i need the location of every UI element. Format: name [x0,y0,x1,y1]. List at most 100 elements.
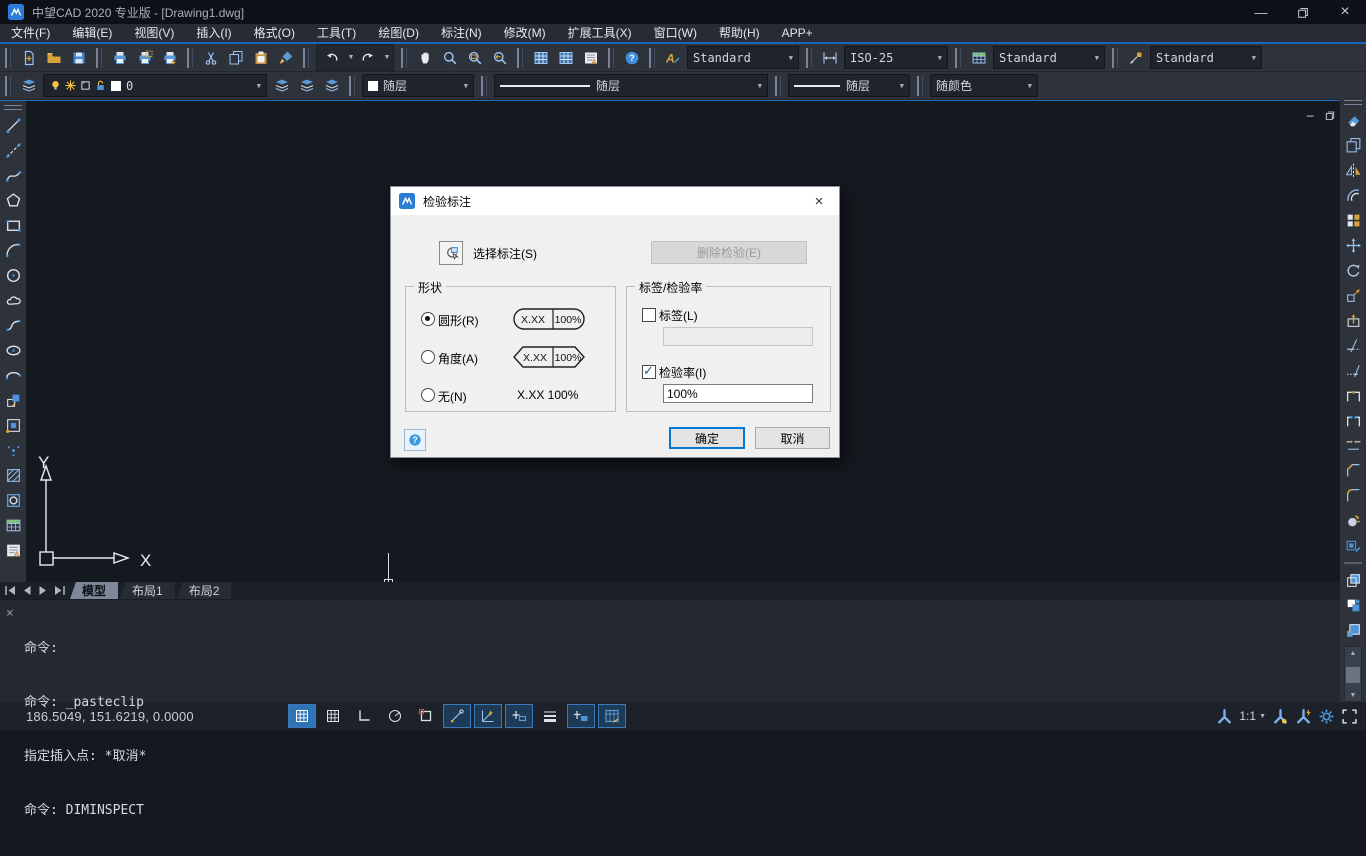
label-checkbox-label[interactable]: 标签(L) [659,307,698,324]
toolbar-grip[interactable] [481,76,487,96]
scroll-down-icon[interactable]: ▼ [1345,689,1361,701]
command-line-panel[interactable]: × 命令: 命令: _pasteclip 指定插入点: *取消* 命令: DIM… [0,599,1366,702]
revision-cloud-button[interactable] [1,288,25,313]
toolbar-grip[interactable] [806,48,812,68]
dim-style-select[interactable]: ISO-25▼ [844,46,948,69]
undo-dropdown[interactable]: ▼ [344,54,355,61]
menu-format[interactable]: 格式(O) [243,24,306,42]
redo-dropdown[interactable]: ▼ [380,54,391,61]
tool-palettes-button[interactable] [578,46,603,70]
mtext-button[interactable] [1,538,25,563]
osnap-toggle[interactable] [412,704,440,728]
fillet-button[interactable] [1341,483,1365,508]
spline-button[interactable] [1,313,25,338]
table-style-select[interactable]: Standard▼ [993,46,1105,69]
cut-button[interactable] [198,46,223,70]
lineweight-display-toggle[interactable] [536,704,564,728]
tab-model[interactable]: 模型 [70,582,118,599]
toolbar-grip[interactable] [1112,48,1118,68]
toolbar-grip[interactable] [917,76,923,96]
tab-layout2[interactable]: 布局2 [177,582,232,599]
offset-button[interactable] [1341,183,1365,208]
edit-block-button[interactable] [1341,533,1365,558]
ellipse-arc-button[interactable] [1,363,25,388]
copy-button[interactable] [223,46,248,70]
layer-lock-icon[interactable] [94,79,107,92]
previous-tab-icon[interactable] [20,585,34,596]
layer-states-button[interactable] [319,74,344,98]
annotation-visibility-icon[interactable] [1272,708,1289,725]
scroll-up-icon[interactable]: ▲ [1345,647,1361,659]
dialog-close-button[interactable]: × [799,193,839,210]
move-button[interactable] [1341,233,1365,258]
shape-angular-label[interactable]: 角度(A) [438,350,478,367]
undo-button[interactable] [319,46,344,70]
line-button[interactable] [1,113,25,138]
color-select[interactable]: 随层 ▼ [362,74,474,97]
settings-gear-icon[interactable] [1318,708,1335,725]
grid-toggle[interactable] [288,704,316,728]
layer-previous-button[interactable] [294,74,319,98]
next-tab-icon[interactable] [36,585,50,596]
ortho-toggle[interactable] [350,704,378,728]
annotation-scale-icon[interactable] [1216,708,1233,725]
print-button[interactable] [107,46,132,70]
help-button[interactable] [619,46,644,70]
array-button[interactable] [1341,208,1365,233]
shape-none-label[interactable]: 无(N) [438,388,467,405]
scrollbar-track[interactable] [1345,659,1361,689]
dynamic-ucs-toggle[interactable] [567,704,595,728]
draw-order-front-button[interactable] [1341,568,1365,593]
menu-help[interactable]: 帮助(H) [708,24,771,42]
mdi-minimize-button[interactable]: – [1307,109,1314,121]
rotate-button[interactable] [1341,258,1365,283]
cancel-button[interactable]: 取消 [755,427,830,449]
layer-frame-icon[interactable] [79,79,92,92]
label-checkbox[interactable] [642,308,656,322]
text-style-button[interactable] [660,46,685,70]
zoom-window-button[interactable] [462,46,487,70]
paste-button[interactable] [248,46,273,70]
select-dimension-button[interactable] [439,241,463,265]
dynamic-input-toggle[interactable] [505,704,533,728]
rate-checkbox-label[interactable]: 检验率(I) [659,364,706,381]
trim-button[interactable] [1341,333,1365,358]
explode-button[interactable] [1341,508,1365,533]
break-button[interactable] [1341,408,1365,433]
toolbar-grip[interactable] [96,48,102,68]
zoom-realtime-button[interactable] [437,46,462,70]
print-preview-button[interactable] [132,46,157,70]
copy-object-button[interactable] [1341,133,1365,158]
make-current-layer-button[interactable] [269,74,294,98]
shape-angular-radio[interactable] [421,350,435,364]
menu-draw[interactable]: 绘图(D) [367,24,430,42]
erase-button[interactable] [1341,108,1365,133]
properties-button[interactable] [528,46,553,70]
command-scrollbar[interactable]: ▲ ▼ [1344,646,1362,702]
dim-style-button[interactable] [817,46,842,70]
text-style-select[interactable]: Standard▼ [687,46,799,69]
annotation-scale-select[interactable]: 1:1▼ [1239,709,1266,723]
toolbar-grip[interactable] [649,48,655,68]
stretch-button[interactable] [1341,308,1365,333]
layer-freeze-icon[interactable] [64,79,77,92]
extend-button[interactable] [1341,358,1365,383]
mirror-button[interactable] [1341,158,1365,183]
shape-round-label[interactable]: 圆形(R) [438,312,479,329]
dialog-title-bar[interactable]: 检验标注 × [391,187,839,215]
scale-button[interactable] [1341,283,1365,308]
toolbar-grip[interactable] [955,48,961,68]
toolbar-grip[interactable] [517,48,523,68]
circle-button[interactable] [1,263,25,288]
linetype-select[interactable]: 随层 ▼ [494,74,768,97]
ok-button[interactable]: 确定 [669,427,745,449]
scrollbar-thumb[interactable] [1346,667,1360,683]
polar-toggle[interactable] [381,704,409,728]
polyline-button[interactable] [1,163,25,188]
tab-layout1[interactable]: 布局1 [120,582,175,599]
menu-insert[interactable]: 插入(I) [185,24,242,42]
table-button[interactable] [1,513,25,538]
design-center-button[interactable] [553,46,578,70]
toolbar-grip[interactable] [5,76,11,96]
draw-order-back-button[interactable] [1341,593,1365,618]
